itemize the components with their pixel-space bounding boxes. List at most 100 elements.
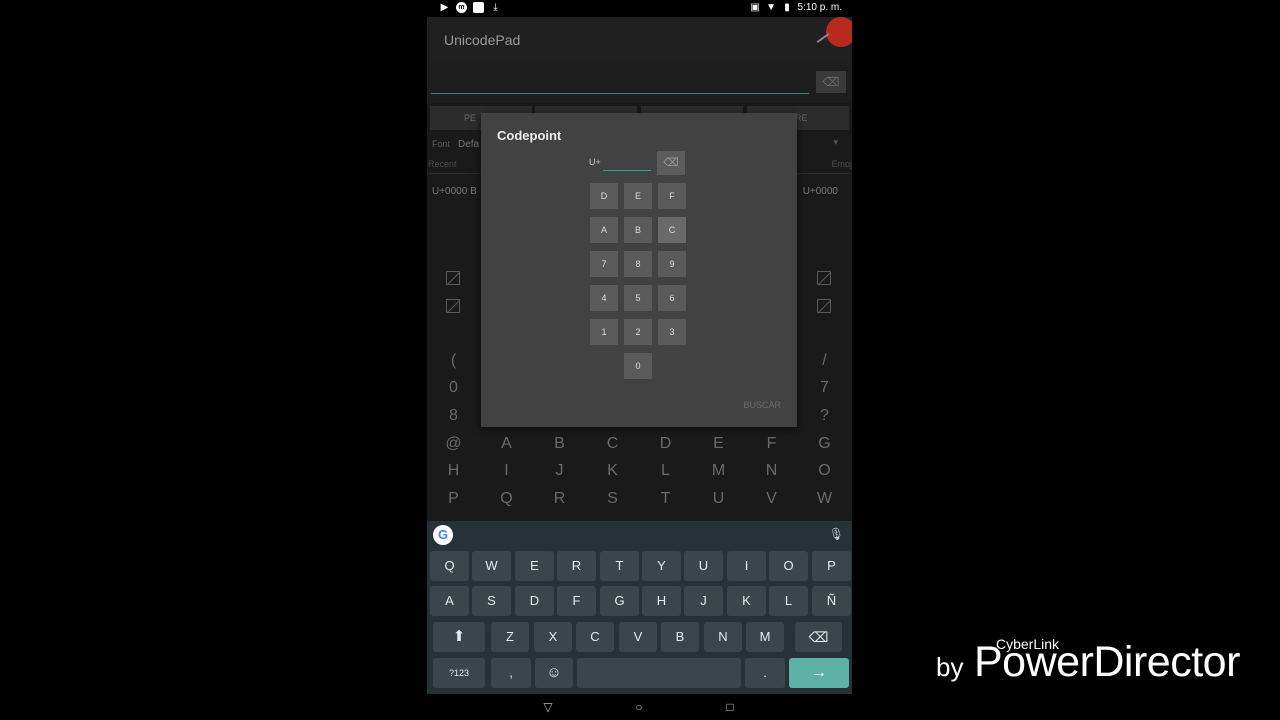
- key-v[interactable]: V: [619, 622, 657, 652]
- period-key[interactable]: .: [745, 658, 785, 688]
- char-cell[interactable]: E: [692, 435, 745, 453]
- key-x[interactable]: X: [534, 622, 572, 652]
- key-j[interactable]: J: [684, 586, 723, 616]
- char-cell[interactable]: O: [798, 462, 851, 480]
- hex-key-8[interactable]: 8: [624, 251, 652, 277]
- recent-label[interactable]: Recent: [428, 159, 457, 169]
- key-b[interactable]: B: [661, 622, 699, 652]
- char-cell[interactable]: I: [480, 462, 533, 480]
- key-s[interactable]: S: [472, 586, 511, 616]
- codepoint-input[interactable]: [603, 151, 651, 171]
- key-k[interactable]: K: [727, 586, 766, 616]
- hex-key-1[interactable]: 1: [590, 319, 618, 345]
- char-cell[interactable]: D: [639, 435, 692, 453]
- codepoint-backspace-button[interactable]: ⌫: [657, 151, 685, 175]
- code-right: U+0000: [802, 186, 838, 197]
- char-cell[interactable]: 0: [427, 379, 480, 397]
- key-c[interactable]: C: [576, 622, 614, 652]
- missing-glyph-icon[interactable]: [446, 271, 460, 285]
- key-f[interactable]: F: [557, 586, 596, 616]
- char-cell[interactable]: ?: [798, 407, 851, 425]
- backspace-key[interactable]: ⌫: [795, 622, 842, 652]
- hex-key-7[interactable]: 7: [590, 251, 618, 277]
- char-cell[interactable]: A: [480, 435, 533, 453]
- key-e[interactable]: E: [515, 551, 554, 581]
- hex-key-2[interactable]: 2: [624, 319, 652, 345]
- hex-key-c[interactable]: C: [658, 217, 686, 243]
- char-cell[interactable]: 7: [798, 379, 851, 397]
- hex-key-4[interactable]: 4: [590, 285, 618, 311]
- char-cell[interactable]: F: [745, 435, 798, 453]
- char-cell[interactable]: R: [533, 490, 586, 508]
- shift-key[interactable]: ⬆: [433, 622, 485, 652]
- key-r[interactable]: R: [557, 551, 596, 581]
- key-d[interactable]: D: [515, 586, 554, 616]
- char-cell[interactable]: (: [427, 352, 480, 370]
- char-cell[interactable]: U: [692, 490, 745, 508]
- hex-key-e[interactable]: E: [624, 183, 652, 209]
- key-o[interactable]: O: [769, 551, 808, 581]
- hex-key-0[interactable]: 0: [624, 353, 652, 379]
- hex-key-b[interactable]: B: [624, 217, 652, 243]
- char-cell[interactable]: C: [586, 435, 639, 453]
- key-y[interactable]: Y: [642, 551, 681, 581]
- char-cell[interactable]: P: [427, 490, 480, 508]
- key-l[interactable]: L: [769, 586, 808, 616]
- font-value[interactable]: Defa: [458, 139, 479, 150]
- mic-icon[interactable]: 🎙: [829, 527, 844, 541]
- char-cell[interactable]: J: [533, 462, 586, 480]
- hex-key-5[interactable]: 5: [624, 285, 652, 311]
- char-cell[interactable]: @: [427, 435, 480, 453]
- char-cell[interactable]: L: [639, 462, 692, 480]
- missing-glyph-icon[interactable]: [446, 299, 460, 313]
- key-n[interactable]: N: [704, 622, 742, 652]
- char-cell[interactable]: V: [745, 490, 798, 508]
- key-u[interactable]: U: [684, 551, 723, 581]
- google-icon[interactable]: G: [433, 525, 453, 545]
- char-cell[interactable]: M: [692, 462, 745, 480]
- missing-glyph-icon[interactable]: [817, 299, 831, 313]
- codepoint-dialog: Codepoint U+ ⌫ DEF ABC 789 456 1230 BUSCAR: [481, 113, 797, 427]
- hex-key-d[interactable]: D: [590, 183, 618, 209]
- key-g[interactable]: G: [600, 586, 639, 616]
- hex-key-3[interactable]: 3: [658, 319, 686, 345]
- key-ñ[interactable]: Ñ: [812, 586, 851, 616]
- char-cell[interactable]: K: [586, 462, 639, 480]
- char-cell[interactable]: B: [533, 435, 586, 453]
- char-cell[interactable]: N: [745, 462, 798, 480]
- emoji-label[interactable]: Emoj: [831, 159, 852, 169]
- hex-key-a[interactable]: A: [590, 217, 618, 243]
- clear-text-button[interactable]: ⌫: [816, 71, 846, 93]
- home-icon[interactable]: ○: [631, 700, 647, 714]
- key-h[interactable]: H: [642, 586, 681, 616]
- key-m[interactable]: M: [746, 622, 784, 652]
- comma-key[interactable]: ,: [491, 658, 531, 688]
- key-p[interactable]: P: [812, 551, 851, 581]
- enter-key[interactable]: →: [789, 658, 849, 688]
- char-cell[interactable]: H: [427, 462, 480, 480]
- key-t[interactable]: T: [600, 551, 639, 581]
- key-w[interactable]: W: [472, 551, 511, 581]
- key-a[interactable]: A: [430, 586, 469, 616]
- key-i[interactable]: I: [727, 551, 766, 581]
- char-cell[interactable]: S: [586, 490, 639, 508]
- text-edit-field[interactable]: [431, 93, 809, 94]
- char-cell[interactable]: G: [798, 435, 851, 453]
- char-cell[interactable]: /: [798, 352, 851, 370]
- missing-glyph-icon[interactable]: [817, 271, 831, 285]
- search-button[interactable]: BUSCAR: [743, 400, 781, 410]
- emoji-key[interactable]: ☺: [535, 658, 573, 688]
- space-key[interactable]: [577, 658, 741, 688]
- char-cell[interactable]: W: [798, 490, 851, 508]
- key-z[interactable]: Z: [491, 622, 529, 652]
- char-cell[interactable]: T: [639, 490, 692, 508]
- back-icon[interactable]: ▽: [540, 700, 556, 714]
- char-cell[interactable]: 8: [427, 407, 480, 425]
- symbols-key[interactable]: ?123: [433, 658, 485, 688]
- key-q[interactable]: Q: [430, 551, 469, 581]
- hex-key-9[interactable]: 9: [658, 251, 686, 277]
- hex-key-6[interactable]: 6: [658, 285, 686, 311]
- char-cell[interactable]: Q: [480, 490, 533, 508]
- hex-key-f[interactable]: F: [658, 183, 686, 209]
- recents-icon[interactable]: □: [722, 700, 738, 714]
